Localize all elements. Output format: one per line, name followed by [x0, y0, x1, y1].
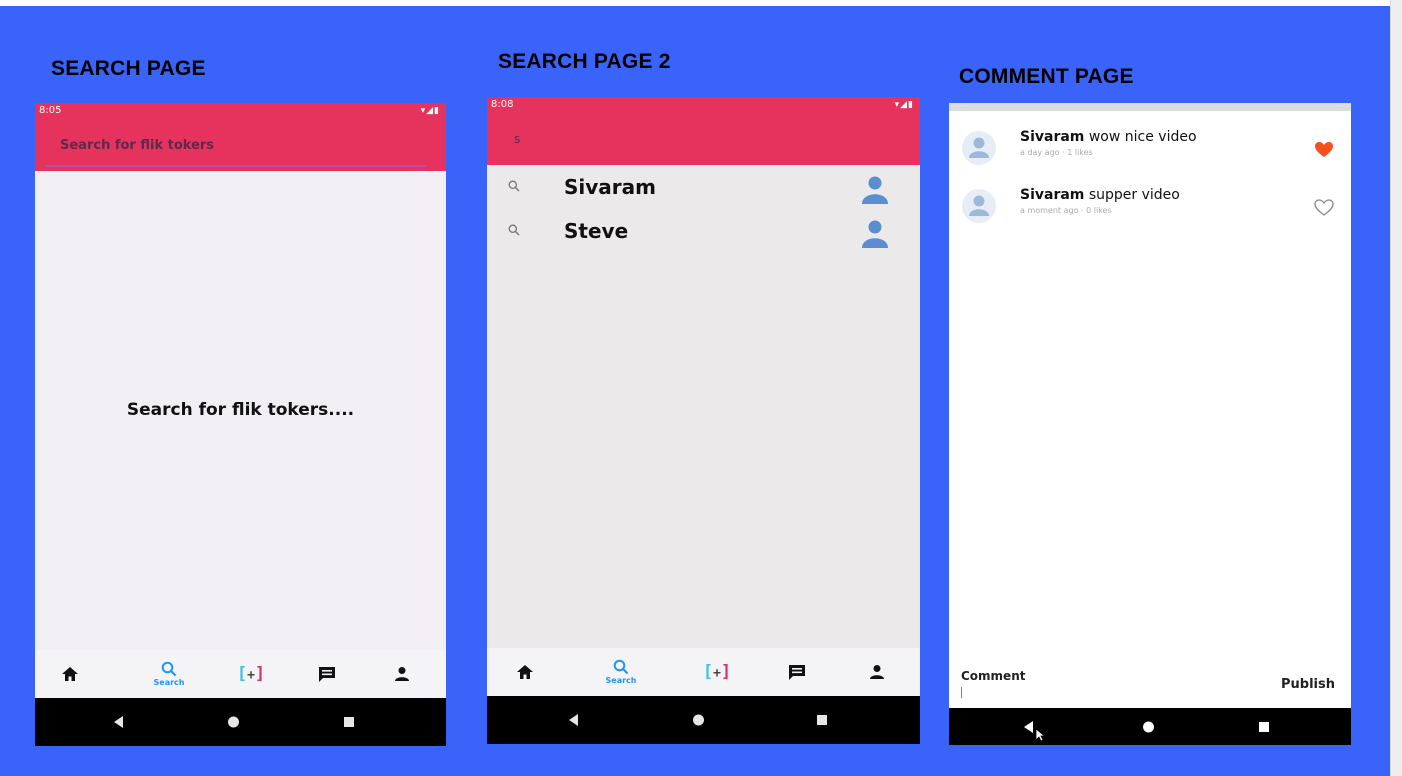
message-icon — [319, 666, 335, 682]
search-placeholder: Search for flik tokers — [60, 138, 215, 153]
signal-battery-icon: ▾◢▮ — [420, 106, 440, 116]
person-icon — [395, 667, 409, 681]
empty-search-message: Search for flik tokers.... — [126, 400, 355, 420]
nav-search[interactable]: Search — [148, 650, 190, 698]
bottom-navigation: Search [+] — [35, 650, 446, 698]
search-input[interactable]: Search for flik tokers — [46, 125, 426, 167]
window-edge — [1390, 0, 1402, 776]
app-bar: s — [487, 113, 920, 165]
heart-icon[interactable] — [1314, 199, 1334, 216]
search-screen: Search for flik tokers.... — [35, 171, 446, 650]
nav-add-video[interactable]: [+] — [221, 650, 281, 698]
nav-search-label: Search — [605, 676, 637, 685]
home-button[interactable] — [693, 714, 704, 726]
system-navigation — [949, 708, 1351, 745]
avatar — [862, 176, 888, 204]
search-icon — [508, 224, 520, 236]
home-button[interactable] — [1143, 721, 1154, 732]
comment-label: Comment — [961, 669, 1026, 683]
comments-screen: Sivaram wow nice video a day ago · 1 lik… — [949, 111, 1351, 708]
signal-battery-icon: ▾◢▮ — [894, 100, 914, 110]
message-icon — [789, 664, 805, 680]
nav-profile[interactable] — [860, 648, 894, 696]
search-value: s — [514, 132, 521, 146]
status-bar — [949, 103, 1351, 111]
search-input[interactable]: s — [498, 119, 900, 159]
caption-comment-page: COMMENT PAGE — [959, 65, 1134, 88]
nav-profile[interactable] — [385, 650, 419, 698]
recents-button[interactable] — [344, 717, 354, 727]
bottom-navigation: Search [+] — [487, 648, 920, 696]
caption-search-page: SEARCH PAGE — [51, 57, 206, 80]
phone-comment-page: Sivaram wow nice video a day ago · 1 lik… — [949, 103, 1351, 745]
phone-search-page: 8:05 ▾◢▮ Search for flik tokers Search f… — [35, 103, 446, 746]
mouse-cursor-icon — [1035, 728, 1045, 742]
app-bar: Search for flik tokers — [35, 119, 446, 171]
status-bar: 8:08 ▾◢▮ — [487, 97, 920, 113]
back-button[interactable] — [1024, 720, 1033, 733]
system-navigation — [35, 698, 446, 746]
status-bar: 8:05 ▾◢▮ — [35, 103, 446, 119]
nav-home[interactable] — [507, 648, 543, 696]
back-button[interactable] — [569, 714, 578, 726]
list-item[interactable]: Steve — [487, 209, 920, 253]
nav-search-label: Search — [153, 678, 185, 687]
home-icon — [62, 667, 78, 681]
recents-button[interactable] — [817, 715, 827, 725]
avatar — [862, 220, 888, 248]
comment-time: a moment ago — [1020, 206, 1079, 215]
person-icon — [870, 665, 884, 679]
nav-inbox[interactable] — [311, 650, 343, 698]
comment-item: Sivaram wow nice video a day ago · 1 lik… — [949, 125, 1351, 175]
comment-text: supper video — [1088, 187, 1180, 203]
publish-button[interactable]: Publish — [1281, 677, 1335, 692]
heart-icon[interactable] — [1314, 141, 1334, 158]
comment-user: Sivaram — [1020, 187, 1085, 203]
nav-home[interactable] — [52, 650, 88, 698]
back-button[interactable] — [114, 716, 123, 728]
comment-text: wow nice video — [1088, 129, 1197, 145]
comment-composer: Comment Publish — [949, 659, 1351, 707]
comment-user: Sivaram — [1020, 129, 1085, 145]
phone-search-results: 8:08 ▾◢▮ s Sivaram Steve Search [+] — [487, 97, 920, 744]
comment-likes: 0 likes — [1086, 206, 1112, 215]
caption-search-page-2: SEARCH PAGE 2 — [498, 50, 671, 73]
system-navigation — [487, 696, 920, 744]
search-icon — [613, 659, 629, 675]
add-video-icon: [+] — [236, 664, 266, 684]
nav-search[interactable]: Search — [600, 648, 642, 696]
comment-input[interactable] — [961, 686, 1221, 700]
comment-item: Sivaram supper video a moment ago · 0 li… — [949, 183, 1351, 233]
status-time: 8:08 — [491, 99, 514, 110]
home-button[interactable] — [228, 716, 239, 728]
avatar — [962, 131, 996, 165]
recents-button[interactable] — [1259, 721, 1269, 732]
results-screen: Sivaram Steve — [487, 165, 920, 648]
text-cursor — [961, 687, 962, 698]
comment-likes: 1 likes — [1067, 148, 1093, 157]
add-video-icon: [+] — [702, 662, 732, 682]
user-name: Steve — [564, 219, 629, 243]
comment-time: a day ago — [1020, 148, 1060, 157]
home-icon — [517, 665, 533, 679]
avatar — [962, 189, 996, 223]
status-time: 8:05 — [39, 105, 62, 116]
search-icon — [161, 661, 177, 677]
user-name: Sivaram — [564, 175, 656, 199]
nav-add-video[interactable]: [+] — [687, 648, 747, 696]
list-item[interactable]: Sivaram — [487, 165, 920, 209]
search-icon — [508, 180, 520, 192]
nav-inbox[interactable] — [781, 648, 813, 696]
